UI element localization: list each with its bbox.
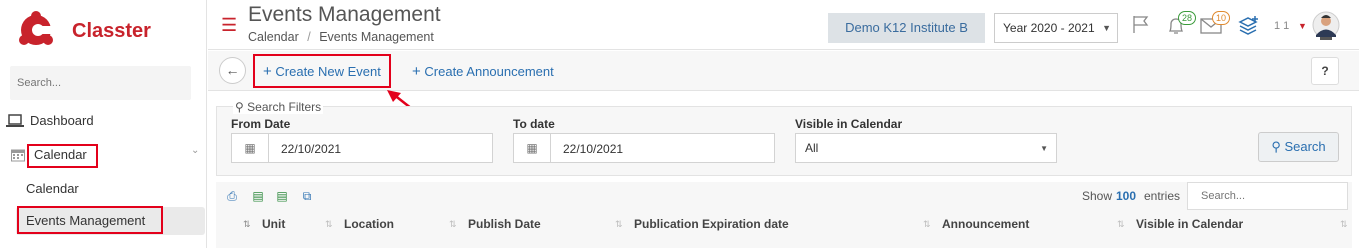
calendar-icon[interactable]: ▦ [514,134,551,162]
arrow-left-icon: ← [225,62,240,78]
highlight-box-create-event [253,54,391,88]
sidebar: Classter Dashboard Calendar ⌄ Calendar E… [0,0,207,248]
column-header-visible-in-calendar[interactable]: Visible in Calendar [1136,217,1243,231]
user-number: 1 1 [1274,20,1290,32]
from-date-value: 22/10/2021 [281,142,342,156]
plus-icon: + [412,63,421,80]
column-header-publish-date[interactable]: Publish Date [468,217,541,231]
breadcrumb-separator: / [307,30,311,44]
table-area [216,182,1352,248]
create-announcement-label: Create Announcement [424,64,554,79]
from-date-label: From Date [231,117,291,131]
notifications-badge: 28 [1178,11,1197,25]
csv-icon[interactable]: ▤ [271,185,293,207]
laptop-icon [6,113,24,127]
show-entries-suffix: entries [1144,189,1181,203]
sort-icon[interactable]: ⇅ [1117,219,1125,230]
caret-down-icon: ▼ [1102,23,1111,33]
to-date-label: To date [513,117,555,131]
sort-asc-icon[interactable]: ⇅ [243,219,251,230]
help-button[interactable]: ? [1311,57,1339,85]
year-select[interactable]: Year 2020 - 2021 ▼ [994,13,1118,43]
visible-in-calendar-select[interactable]: All ▼ [795,133,1057,163]
visible-in-calendar-label: Visible in Calendar [795,117,903,131]
from-date-field[interactable]: ▦ 22/10/2021 [231,133,493,163]
classter-logo [19,11,53,45]
sidebar-item-dashboard[interactable]: Dashboard [6,113,94,128]
header: ☰ Events Management Calendar / Events Ma… [208,0,1359,50]
sort-icon[interactable]: ⇅ [449,219,457,230]
search-filters-legend: ⚲ Search Filters [233,100,324,114]
hamburger-menu-icon[interactable]: ☰ [221,16,237,34]
avatar[interactable] [1312,11,1340,41]
caret-down-icon[interactable]: ▼ [1298,21,1307,31]
entries-count-select[interactable]: 100 [1116,189,1136,203]
calendar-icon[interactable]: ▦ [232,134,269,162]
breadcrumb-item[interactable]: Calendar [248,30,299,44]
copy-icon[interactable]: ⧉ [296,185,318,207]
to-date-value: 22/10/2021 [563,142,624,156]
sort-icon[interactable]: ⇅ [1340,219,1348,230]
sidebar-subitem-calendar[interactable]: Calendar [26,181,79,196]
search-icon: ⚲ [1271,139,1281,154]
highlight-box-events [17,206,163,234]
messages-badge: 10 [1212,11,1231,25]
breadcrumb-item: Events Management [319,30,434,44]
column-header-announcement[interactable]: Announcement [942,217,1029,231]
sort-icon[interactable]: ⇅ [325,219,333,230]
layers-plus-icon[interactable] [1238,16,1260,36]
search-button[interactable]: ⚲ Search [1258,132,1339,162]
visible-in-calendar-value: All [805,141,819,155]
excel-icon[interactable]: ▤ [247,185,269,207]
institute-button[interactable]: Demo K12 Institute B [828,13,985,43]
to-date-field[interactable]: ▦ 22/10/2021 [513,133,775,163]
column-header-location[interactable]: Location [344,217,394,231]
sidebar-search-input[interactable] [10,66,191,100]
breadcrumb: Calendar / Events Management [248,30,434,44]
search-icon: ⚲ [235,100,244,114]
table-search-input[interactable] [1187,182,1348,210]
search-filters-title: Search Filters [247,100,322,114]
search-button-label: Search [1284,139,1326,154]
brand-name: Classter [72,20,151,42]
chevron-down-icon[interactable]: ⌄ [191,145,199,156]
back-button[interactable]: ← [219,57,246,84]
print-icon[interactable]: ⎙ [221,185,243,207]
sort-icon[interactable]: ⇅ [923,219,931,230]
highlight-box-calendar [27,144,98,168]
sidebar-item-label: Dashboard [30,113,94,128]
calendar-icon [11,149,25,161]
year-select-value: Year 2020 - 2021 [1003,21,1095,35]
caret-down-icon: ▼ [1040,144,1048,153]
flag-icon[interactable] [1131,14,1151,34]
column-header-unit[interactable]: Unit [262,217,285,231]
show-entries-prefix: Show [1082,189,1113,203]
page-title: Events Management [248,3,441,26]
sort-icon[interactable]: ⇅ [615,219,623,230]
column-header-expiration-date[interactable]: Publication Expiration date [634,217,789,231]
create-announcement-button[interactable]: + Create Announcement [412,63,554,80]
